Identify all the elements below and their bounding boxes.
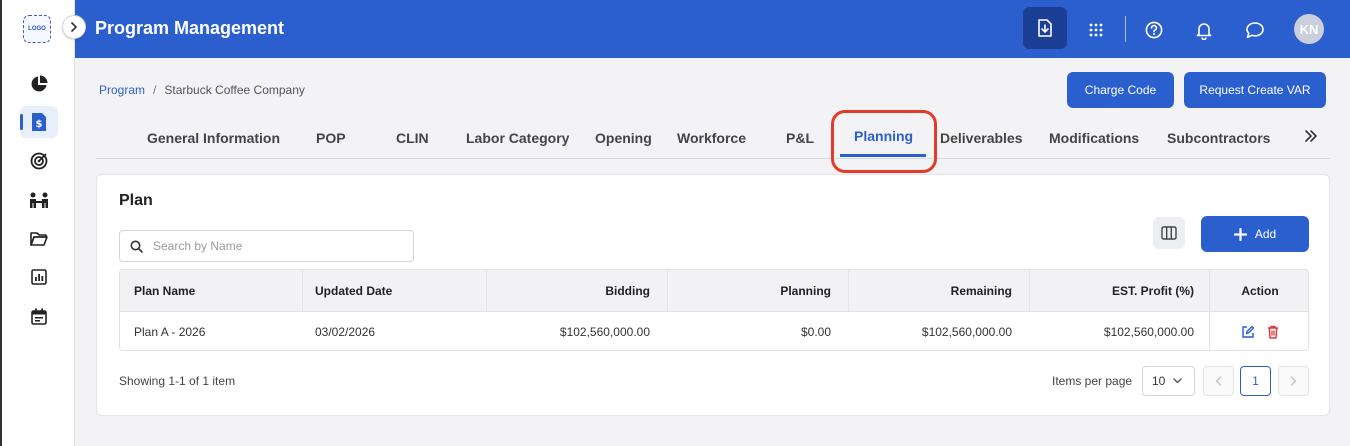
search-box: [119, 230, 414, 262]
people-icon: [30, 192, 48, 208]
request-create-var-button[interactable]: Request Create VAR: [1184, 72, 1326, 108]
user-avatar[interactable]: KN: [1294, 14, 1324, 44]
window-edge: [0, 0, 2, 446]
tabs-scroll-right-button[interactable]: [1304, 129, 1318, 148]
column-header-remaining[interactable]: Remaining: [848, 270, 1012, 311]
app-logo: LOGO: [23, 15, 51, 43]
download-button[interactable]: [1023, 7, 1067, 49]
double-chevron-right-icon: [1305, 130, 1317, 142]
apps-grid-button[interactable]: [1076, 10, 1116, 50]
tab-general-information[interactable]: General Information: [147, 130, 280, 146]
tab-pop[interactable]: POP: [316, 130, 346, 146]
chevron-right-icon: [71, 22, 77, 32]
breadcrumb-current: Starbuck Coffee Company: [164, 83, 305, 97]
breadcrumb-program-link[interactable]: Program: [99, 83, 145, 97]
column-header-planning[interactable]: Planning: [667, 270, 831, 311]
bar-chart-icon: [31, 269, 47, 285]
svg-text:$: $: [36, 119, 43, 130]
sidebar-item-people[interactable]: [20, 184, 58, 216]
download-icon: [1038, 19, 1052, 37]
table-header: Plan Name Updated Date Bidding Planning …: [120, 270, 1308, 311]
column-header-plan-name[interactable]: Plan Name: [134, 270, 294, 311]
tab-bar: General Information POP CLIN Labor Categ…: [96, 112, 1330, 159]
column-header-updated-date[interactable]: Updated Date: [315, 270, 475, 311]
notifications-button[interactable]: [1184, 10, 1224, 50]
help-button[interactable]: [1134, 10, 1174, 50]
sidebar-item-dashboard[interactable]: [20, 68, 58, 100]
sidebar-item-calendar[interactable]: [20, 300, 58, 332]
tab-workforce[interactable]: Workforce: [677, 130, 746, 146]
column-header-action: Action: [1241, 283, 1279, 298]
column-settings-button[interactable]: [1153, 217, 1185, 249]
plan-table: Plan Name Updated Date Bidding Planning …: [119, 269, 1309, 351]
columns-icon: [1161, 226, 1177, 240]
next-page-button[interactable]: [1278, 366, 1309, 396]
delete-icon[interactable]: [1267, 325, 1279, 339]
column-header-bidding[interactable]: Bidding: [486, 270, 650, 311]
sidebar-item-reports[interactable]: [20, 261, 58, 293]
table-row: Plan A - 2026 03/02/2026 $102,560,000.00…: [120, 311, 1308, 350]
apps-grid-icon: [1089, 23, 1103, 37]
breadcrumb-separator: /: [153, 83, 157, 97]
sidebar-toggle-button[interactable]: [62, 15, 86, 39]
cell-bidding: $102,560,000.00: [559, 325, 650, 339]
tab-clin[interactable]: CLIN: [396, 130, 429, 146]
chevron-left-icon: [1215, 376, 1222, 386]
tab-opening[interactable]: Opening: [595, 130, 652, 146]
calendar-icon: [31, 308, 47, 325]
cell-planning: $0.00: [800, 325, 831, 339]
active-indicator: [20, 114, 23, 130]
tab-subcontractors[interactable]: Subcontractors: [1167, 130, 1270, 146]
pie-chart-icon: [31, 75, 48, 92]
dollar-document-icon: $: [32, 113, 46, 131]
charge-code-button[interactable]: Charge Code: [1067, 72, 1174, 108]
target-icon: [30, 152, 48, 170]
chat-button[interactable]: [1235, 10, 1275, 50]
items-per-page-value: 10: [1152, 374, 1166, 388]
cell-remaining: $102,560,000.00: [921, 325, 1012, 339]
help-icon: [1145, 21, 1163, 39]
tab-pnl[interactable]: P&L: [786, 130, 814, 146]
sidebar-item-finance[interactable]: $: [20, 106, 58, 138]
chevron-right-icon: [1290, 376, 1297, 386]
breadcrumb: Program / Starbuck Coffee Company: [99, 83, 305, 97]
tab-deliverables[interactable]: Deliverables: [940, 130, 1023, 146]
chat-icon: [1246, 22, 1264, 39]
highlight-annotation: [831, 110, 937, 173]
top-header: Program Management KN: [75, 0, 1350, 58]
items-per-page-label: Items per page: [1052, 374, 1133, 388]
cell-actions: [1210, 312, 1308, 350]
chevron-down-icon: [1173, 378, 1183, 384]
cell-est-profit: $102,560,000.00: [1103, 325, 1194, 339]
page-1-button[interactable]: 1: [1240, 366, 1271, 396]
add-plan-button[interactable]: Add: [1201, 216, 1309, 252]
add-button-label: Add: [1254, 227, 1277, 241]
tab-labor-category[interactable]: Labor Category: [466, 130, 569, 146]
search-icon: [130, 240, 143, 253]
cell-plan-name[interactable]: Plan A - 2026: [134, 312, 294, 350]
header-divider: [1125, 16, 1126, 42]
search-input[interactable]: [153, 239, 403, 253]
tab-modifications[interactable]: Modifications: [1049, 130, 1139, 146]
sidebar-item-files[interactable]: [20, 223, 58, 255]
action-column-divider: [1209, 270, 1210, 350]
sidebar: LOGO $: [0, 0, 75, 446]
items-per-page-select[interactable]: 10: [1142, 366, 1195, 396]
plus-icon: [1233, 227, 1247, 241]
showing-count: Showing 1-1 of 1 item: [119, 374, 236, 388]
column-header-est-profit[interactable]: EST. Profit (%): [1029, 270, 1194, 311]
plan-title: Plan: [119, 192, 153, 209]
prev-page-button[interactable]: [1203, 366, 1234, 396]
bell-icon: [1196, 22, 1212, 40]
plan-card: Plan Add Plan Name Updated Date Bidding …: [96, 174, 1330, 416]
cell-updated-date: 03/02/2026: [315, 325, 376, 339]
folder-icon: [30, 232, 48, 246]
sidebar-item-goals[interactable]: [20, 145, 58, 177]
edit-icon[interactable]: [1241, 325, 1255, 339]
column-divider: [302, 270, 303, 311]
page-title: Program Management: [95, 18, 285, 38]
